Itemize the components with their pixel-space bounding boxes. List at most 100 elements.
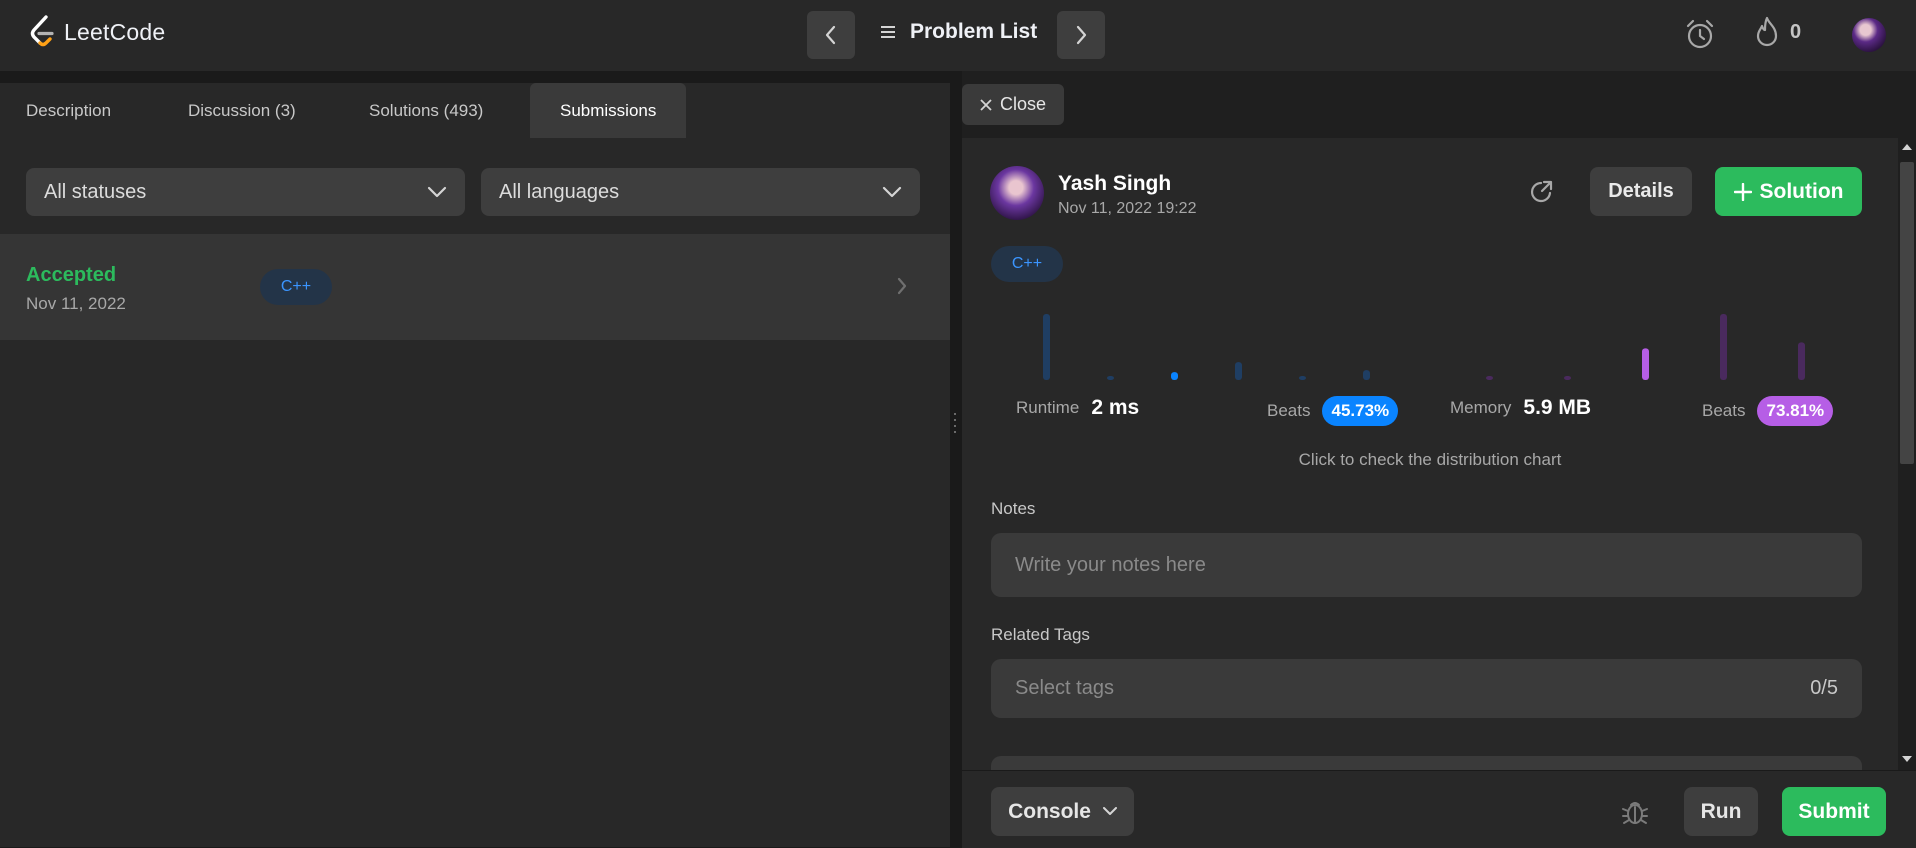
next-problem-button[interactable] [1057, 11, 1105, 59]
related-tags-label: Related Tags [991, 625, 1090, 644]
language-filter-dropdown[interactable]: All languages [481, 168, 920, 216]
tags-select[interactable]: Select tags 0/5 [991, 659, 1862, 718]
timer-button[interactable] [1684, 18, 1716, 55]
fire-icon [1756, 16, 1778, 47]
distribution-bar [1235, 362, 1242, 380]
solution-label: Solution [1759, 179, 1844, 203]
detail-language-badge: C++ [991, 246, 1063, 282]
submitter-avatar [990, 166, 1044, 220]
chevron-down-icon [427, 186, 447, 198]
distribution-mini-chart[interactable] [991, 300, 1862, 384]
submission-status: Accepted [26, 264, 117, 286]
tags-placeholder: Select tags [1015, 677, 1114, 699]
submitter-name[interactable]: Yash Singh [1058, 172, 1171, 196]
submission-row[interactable] [0, 234, 950, 340]
runtime-beats: Beats 45.73% [1267, 396, 1399, 426]
submit-label: Submit [1798, 799, 1870, 823]
close-icon [980, 98, 992, 111]
tab-description-label: Description [26, 100, 112, 120]
post-solution-button[interactable]: Solution [1715, 167, 1862, 216]
left-tab-bar: Description Discussion (3) Solutions (49… [0, 83, 950, 138]
distribution-bar [1299, 376, 1306, 380]
detail-language-text: C++ [1011, 255, 1043, 272]
memory-beats: Beats 73.81% [1702, 396, 1834, 426]
scroll-down-icon[interactable] [1902, 756, 1912, 762]
close-label: Close [1000, 94, 1047, 114]
runtime-value: 2 ms [1091, 396, 1140, 419]
memory-label: Memory [1450, 398, 1512, 417]
share-button[interactable] [1529, 179, 1555, 210]
detail-header-bar [962, 71, 1916, 138]
distribution-bar [1798, 342, 1805, 380]
console-toggle-button[interactable]: Console [991, 787, 1134, 836]
notes-input[interactable]: Write your notes here [991, 533, 1862, 597]
distribution-bar [1171, 372, 1178, 380]
runtime-beats-badge: 45.73% [1322, 396, 1399, 426]
streak-count: 0 [1790, 20, 1802, 43]
notes-label: Notes [991, 499, 1036, 518]
notes-placeholder: Write your notes here [1015, 553, 1206, 576]
distribution-bar [1486, 376, 1493, 380]
alarm-icon [1686, 19, 1714, 49]
chevron-down-icon [1102, 807, 1117, 815]
tab-solutions-label: Solutions (493) [369, 100, 484, 120]
memory-beats-badge: 73.81% [1757, 396, 1834, 426]
prev-problem-button[interactable] [807, 11, 855, 59]
chevron-left-icon [825, 25, 836, 45]
scroll-up-icon[interactable] [1902, 144, 1912, 150]
chevron-right-icon [1076, 25, 1087, 45]
distribution-bar [1363, 370, 1370, 380]
submission-language-badge: C++ [260, 269, 332, 305]
status-filter-dropdown[interactable]: All statuses [26, 168, 465, 216]
distribution-bar [1642, 348, 1649, 380]
logo[interactable]: LeetCode [28, 14, 165, 50]
chevron-right-icon [896, 276, 908, 301]
close-detail-button[interactable]: Close [962, 84, 1065, 125]
resize-handle-icon [954, 413, 956, 433]
streak-counter[interactable]: 0 [1754, 16, 1801, 48]
runtime-label: Runtime [1016, 398, 1080, 417]
tab-solutions[interactable]: Solutions (493) [369, 83, 483, 138]
bug-icon [1622, 802, 1648, 824]
panel-resizer[interactable] [950, 83, 962, 847]
collapsed-section [991, 756, 1862, 770]
console-label: Console [1008, 799, 1091, 823]
memory-value: 5.9 MB [1523, 396, 1592, 419]
details-button[interactable]: Details [1590, 167, 1692, 216]
problem-list-label: Problem List [910, 20, 1038, 43]
distribution-bar [1107, 376, 1114, 380]
plus-icon [1733, 182, 1752, 201]
user-avatar[interactable] [1852, 18, 1886, 52]
submission-language-text: C++ [280, 278, 312, 295]
leetcode-logo-icon [30, 15, 54, 47]
chevron-down-icon [882, 186, 902, 198]
tab-submissions[interactable]: Submissions [530, 83, 687, 138]
language-filter-value: All languages [499, 180, 620, 203]
logo-text: LeetCode [64, 18, 166, 45]
submission-date: Nov 11, 2022 [26, 294, 126, 313]
distribution-hint[interactable]: Click to check the distribution chart [962, 450, 1898, 470]
run-label: Run [1700, 799, 1742, 823]
details-label: Details [1608, 180, 1674, 202]
distribution-bar [1720, 314, 1727, 380]
submit-button[interactable]: Submit [1782, 787, 1886, 836]
tab-submissions-label: Submissions [560, 100, 657, 120]
status-filter-value: All statuses [44, 180, 147, 203]
submission-timestamp: Nov 11, 2022 19:22 [1058, 200, 1197, 217]
tags-count: 0/5 [1810, 677, 1838, 699]
scrollbar-thumb[interactable] [1900, 162, 1914, 464]
debug-button[interactable] [1620, 797, 1650, 832]
tab-discussion-label: Discussion (3) [188, 100, 296, 120]
problem-list-link[interactable]: Problem List [880, 20, 1037, 44]
distribution-bar [1043, 314, 1050, 380]
tab-discussion[interactable]: Discussion (3) [188, 83, 296, 138]
share-icon [1530, 180, 1553, 203]
memory-beats-label: Beats [1702, 401, 1746, 420]
runtime-beats-label: Beats [1267, 401, 1311, 420]
tab-description[interactable]: Description [26, 83, 111, 138]
memory-stat: Memory 5.9 MB [1450, 396, 1591, 420]
run-button[interactable]: Run [1684, 787, 1758, 836]
runtime-stat: Runtime 2 ms [1016, 396, 1139, 420]
list-icon [881, 26, 895, 38]
distribution-bar [1564, 376, 1571, 380]
